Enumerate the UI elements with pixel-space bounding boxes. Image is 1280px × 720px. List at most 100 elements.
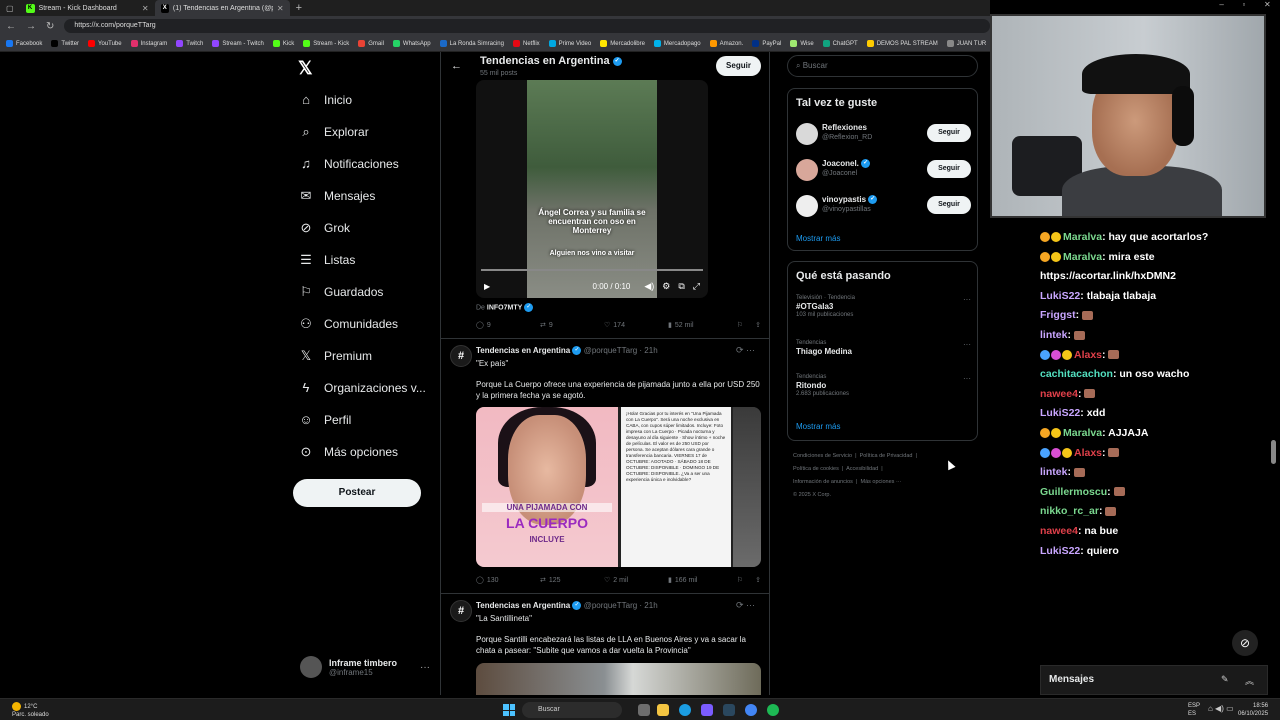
chat-username[interactable]: LukiS22 — [1040, 290, 1080, 302]
fullscreen-icon[interactable]: ⤢ — [693, 281, 700, 292]
follow-button[interactable]: Seguir — [927, 196, 971, 214]
bookmark-icon[interactable]: ⚐ — [737, 321, 743, 329]
footer-link[interactable]: Accesibilidad — [846, 466, 878, 472]
nav-grok[interactable]: ⊘ Grok — [298, 220, 350, 236]
back-icon[interactable]: ← — [6, 21, 16, 32]
show-more-link[interactable]: Mostrar más — [796, 422, 840, 431]
bookmark-item[interactable]: Wise — [790, 40, 814, 47]
reload-icon[interactable]: ↻ — [46, 21, 54, 32]
bookmark-item[interactable]: Gmail — [358, 40, 384, 47]
windows-start-icon[interactable] — [503, 704, 515, 716]
nav-more-options[interactable]: ⊙ Más opciones — [298, 444, 399, 460]
chat-username[interactable]: nawee4 — [1040, 525, 1078, 537]
chat-username[interactable]: Alaxs — [1074, 349, 1102, 361]
pip-icon[interactable]: ⧉ — [678, 281, 684, 292]
source-link[interactable]: INFO7MTY — [487, 304, 522, 311]
nav-organizations[interactable]: ϟ Organizaciones v... — [298, 380, 426, 395]
video-progress-bar[interactable] — [481, 269, 703, 271]
nav-notifications[interactable]: ♫ Notificaciones — [298, 156, 399, 171]
close-window-icon[interactable]: ✕ — [1264, 0, 1271, 14]
bookmark-item[interactable]: DEMOS PAL STREAM — [866, 40, 938, 47]
follow-button[interactable]: Seguir — [927, 124, 971, 142]
steam-icon[interactable] — [723, 704, 735, 716]
more-icon[interactable]: ··· — [420, 662, 430, 673]
restore-icon[interactable]: ▫ — [1242, 0, 1245, 14]
compose-icon[interactable]: ✎ — [1221, 674, 1229, 685]
chat-username[interactable]: lintek — [1040, 329, 1067, 341]
volume-icon[interactable]: ◀) — [644, 281, 654, 292]
bookmark-item[interactable]: WhatsApp — [392, 40, 431, 47]
more-icon[interactable]: ··· — [963, 374, 971, 383]
trend-item[interactable]: Tendencias Thiago Medina ··· — [796, 340, 971, 356]
bookmark-item[interactable]: Kick — [272, 40, 294, 47]
url-input[interactable]: https://x.com/porqueTTarg — [64, 19, 990, 33]
reply-button[interactable]: ◯ 9 — [476, 321, 540, 330]
tab-x-profile[interactable]: X (1) Tendencias en Argentina (@p... ✕ — [154, 0, 290, 16]
like-button[interactable]: ♡ 2 mil — [604, 576, 668, 585]
chat-username[interactable]: cachitacachon — [1040, 368, 1113, 380]
bookmark-item[interactable]: Netflix — [512, 40, 540, 47]
search-input[interactable]: ⌕ Buscar — [787, 55, 978, 77]
bookmark-icon[interactable]: ⚐ — [737, 576, 743, 584]
close-tab-icon[interactable]: ✕ — [277, 4, 284, 13]
nav-lists[interactable]: ☰ Listas — [298, 252, 355, 268]
chat-username[interactable]: nikko_rc_ar — [1040, 505, 1099, 517]
chat-username[interactable]: Alaxs — [1074, 447, 1102, 459]
minimize-icon[interactable]: – — [1219, 0, 1223, 14]
chat-mod-icon[interactable]: ⊘ — [1232, 630, 1258, 656]
views-button[interactable]: ▮ 52 mil — [668, 321, 732, 330]
chat-username[interactable]: LukiS22 — [1040, 545, 1080, 557]
tab-kick-dashboard[interactable]: K Stream - Kick Dashboard ✕ — [20, 0, 155, 16]
spotify-icon[interactable] — [767, 704, 779, 716]
show-more-link[interactable]: Mostrar más — [796, 234, 840, 243]
bookmark-item[interactable]: PayPal — [752, 40, 781, 47]
avatar[interactable]: # — [450, 345, 472, 367]
footer-link[interactable]: Información de anuncios — [793, 479, 853, 485]
share-icon[interactable]: ⇪ — [755, 321, 761, 329]
like-button[interactable]: ♡ 174 — [604, 321, 668, 330]
views-button[interactable]: ▮ 166 mil — [668, 576, 732, 585]
nav-messages[interactable]: ✉ Mensajes — [298, 188, 376, 204]
footer-link[interactable]: Más opciones ··· — [860, 479, 901, 485]
chat-username[interactable]: Maralva — [1063, 427, 1102, 439]
bookmark-item[interactable]: Stream - Kick — [303, 40, 349, 47]
footer-link[interactable]: Política de Privacidad — [860, 453, 913, 459]
discord-icon[interactable] — [701, 704, 713, 716]
bookmark-item[interactable]: Twitter — [51, 40, 79, 47]
footer-link[interactable]: Condiciones de Servicio — [793, 453, 852, 459]
trend-item[interactable]: Televisión · Tendencia #OTGala3 103 mil … — [796, 295, 971, 318]
edge-icon[interactable] — [679, 704, 691, 716]
bookmark-item[interactable]: Twitch — [176, 40, 203, 47]
file-explorer-icon[interactable] — [657, 704, 669, 716]
media-image[interactable]: UNA PIJAMADA CON LA CUERPO INCLUYE — [476, 407, 618, 567]
chat-username[interactable]: lintek — [1040, 466, 1067, 478]
trend-item[interactable]: Tendencias Ritondo 2.683 publicaciones ·… — [796, 374, 971, 397]
suggestion-item[interactable]: Joaconel. ✓ @Joaconel Seguir — [796, 157, 971, 185]
close-tab-icon[interactable]: ✕ — [142, 4, 149, 13]
repost-button[interactable]: ⇄ 125 — [540, 576, 604, 585]
play-icon[interactable]: ▶ — [484, 282, 490, 291]
footer-link[interactable]: Política de cookies — [793, 466, 839, 472]
reply-button[interactable]: ◯ 130 — [476, 576, 540, 585]
chat-username[interactable]: Friggst — [1040, 309, 1076, 321]
share-icon[interactable]: ⇪ — [755, 576, 761, 584]
new-tab-icon[interactable]: + — [290, 2, 308, 14]
bookmark-item[interactable]: JUAN TUR — [946, 40, 986, 47]
settings-icon[interactable]: ⚙ — [662, 281, 670, 292]
nav-communities[interactable]: ⚇ Comunidades — [298, 316, 398, 332]
expand-icon[interactable]: ︽ — [1245, 674, 1254, 687]
media-image[interactable]: ¡Hola! Gracias por tu interés en "Una Pi… — [621, 407, 731, 567]
more-icon[interactable]: ··· — [963, 340, 971, 349]
language-indicator[interactable]: ESP ES — [1188, 702, 1200, 718]
chat-username[interactable]: Maralva — [1063, 251, 1102, 263]
nav-premium[interactable]: 𝕏 Premium — [298, 348, 372, 364]
bookmark-item[interactable]: Mercadopago — [653, 40, 701, 47]
bookmark-item[interactable]: Prime Video — [548, 40, 591, 47]
tweet-media[interactable] — [476, 663, 761, 695]
nav-bookmarks[interactable]: ⚐ Guardados — [298, 284, 383, 300]
more-icon[interactable]: ⟳ ··· — [736, 345, 755, 356]
tab-actions-icon[interactable]: ▢ — [0, 4, 20, 13]
bookmark-item[interactable]: Instagram — [130, 40, 167, 47]
media-image[interactable] — [733, 407, 761, 567]
repost-button[interactable]: ⇄ 9 — [540, 321, 604, 330]
